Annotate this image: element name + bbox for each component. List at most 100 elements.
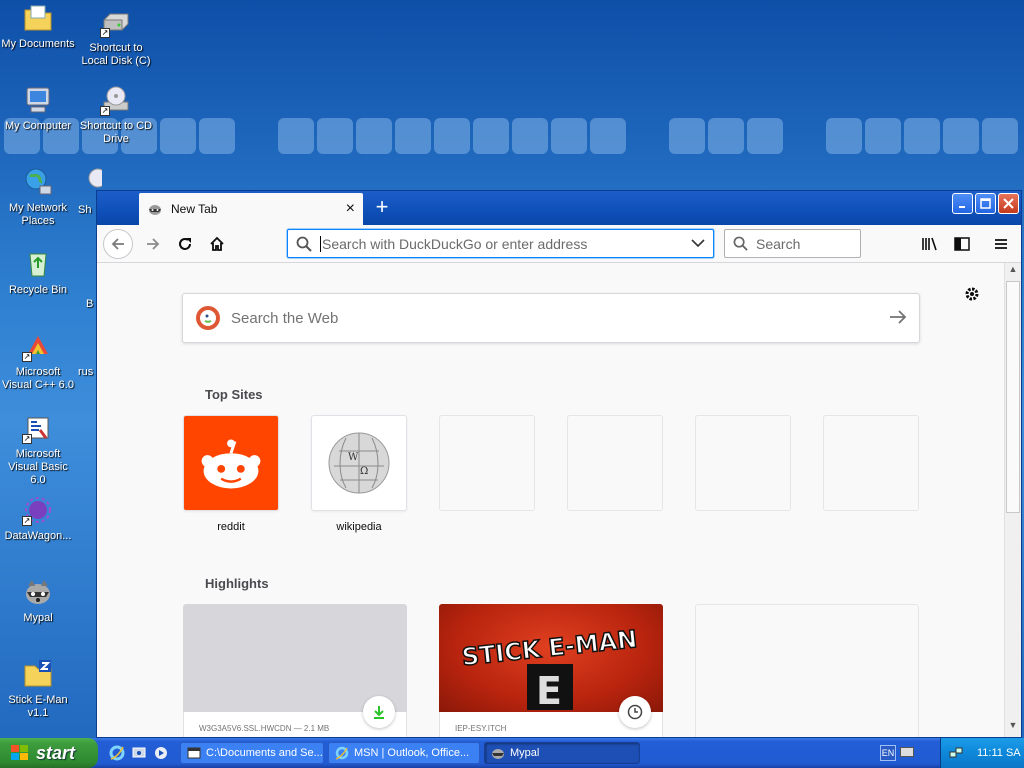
visual-cpp-icon: ↗ <box>22 330 54 362</box>
desktop-icon-visual-cpp[interactable]: ↗ Microsoft Visual C++ 6.0 <box>0 330 76 392</box>
sidebar-button[interactable] <box>948 230 976 258</box>
download-icon <box>363 696 395 728</box>
wallpaper-tile <box>395 118 431 154</box>
desktop-icon-my-computer[interactable]: My Computer <box>0 84 76 133</box>
back-button[interactable] <box>103 229 133 259</box>
wallpaper-tile <box>278 118 314 154</box>
scrollbar-thumb[interactable] <box>1006 281 1020 513</box>
tab-new-tab[interactable]: New Tab × <box>139 193 363 225</box>
svg-text:W: W <box>348 452 359 463</box>
top-site-placeholder <box>823 415 919 511</box>
ie-icon[interactable] <box>108 744 126 762</box>
search-icon <box>296 236 312 252</box>
gear-icon[interactable] <box>963 285 981 308</box>
stick-e-man-letter: E <box>536 669 562 712</box>
menu-button[interactable] <box>987 230 1015 258</box>
chevron-down-icon[interactable] <box>691 235 705 253</box>
forward-arrow-icon <box>147 238 160 250</box>
desktop-icon-stick-e-man[interactable]: Stick E-Man v1.1 <box>0 658 76 720</box>
reload-button[interactable] <box>171 230 199 258</box>
desktop-icon-mypal[interactable]: Mypal <box>0 576 76 625</box>
wallpaper-tile <box>317 118 353 154</box>
title-bar[interactable]: New Tab × + <box>97 191 1021 225</box>
top-site-placeholder <box>567 415 663 511</box>
desktop-icon-partial-rus: rus <box>78 366 98 379</box>
web-search-placeholder: Search the Web <box>231 309 339 327</box>
address-bar[interactable]: Search with DuckDuckGo or enter address <box>287 229 714 258</box>
shortcut-arrow-icon: ↗ <box>22 516 32 526</box>
search-bar[interactable]: Search <box>724 229 861 258</box>
desktop-icon-label: Shortcut to CD Drive <box>79 120 153 145</box>
mypal-raccoon-icon <box>22 576 54 608</box>
hard-disk-icon: ↗ <box>100 6 132 38</box>
top-sites-title: Top Sites <box>205 387 263 402</box>
vertical-scrollbar[interactable]: ▲ ▼ <box>1004 263 1021 737</box>
desktop-icon-label: Stick E-Man v1.1 <box>8 694 68 719</box>
shortcut-arrow-icon: ↗ <box>22 352 32 362</box>
desktop-icon-local-disk[interactable]: ↗ Shortcut to Local Disk (C) <box>78 6 154 68</box>
duckduckgo-logo-icon <box>196 306 220 330</box>
desktop-icon-label: Microsoft Visual Basic 6.0 <box>8 448 68 486</box>
library-button[interactable] <box>916 230 944 258</box>
desktop-icon-label: Shortcut to Local Disk (C) <box>81 42 151 67</box>
desktop-icon-cd-drive[interactable]: ↗ Shortcut to CD Drive <box>78 84 154 146</box>
top-site-wikipedia[interactable]: WΩ wikipedia <box>311 415 407 533</box>
taskbar-item-label: Mypal <box>510 747 540 759</box>
minimize-button[interactable] <box>952 193 973 214</box>
taskbar-item-msn[interactable]: MSN | Outlook, Office... <box>328 742 480 764</box>
taskbar-item-explorer[interactable]: C:\Documents and Se... <box>180 742 324 764</box>
taskbar: start C:\Documents and Se... MSN | Outlo… <box>0 738 1024 768</box>
highlight-card-empty <box>695 604 919 737</box>
start-button[interactable]: start <box>0 738 98 768</box>
desktop-icon-network-places[interactable]: My Network Places <box>0 166 76 228</box>
mypal-raccoon-icon <box>492 749 504 759</box>
desktop-icon-label: B <box>86 298 94 310</box>
my-computer-icon <box>22 84 54 116</box>
forward-button[interactable] <box>139 230 167 258</box>
highlights-title: Highlights <box>205 576 269 591</box>
wallpaper-tile <box>512 118 548 154</box>
tab-close-icon[interactable]: × <box>346 201 355 217</box>
maximize-button[interactable] <box>975 193 996 214</box>
clock[interactable]: 11:11 SA <box>977 747 1021 759</box>
scroll-up-icon[interactable]: ▲ <box>1006 264 1020 280</box>
zip-folder-icon <box>22 658 54 690</box>
highlight-card-stick-e-man[interactable]: STICK E-MAN E IEP-ESY.ITCH <box>439 604 663 737</box>
taskbar-item-mypal[interactable]: Mypal <box>484 742 640 764</box>
close-button[interactable] <box>998 193 1019 214</box>
windows-logo-icon <box>11 745 28 760</box>
wallpaper-tile <box>904 118 940 154</box>
highlight-card-download[interactable]: W3G3A5V6.SSL.HWCDN — 2.1 MB <box>183 604 407 737</box>
arrow-right-icon[interactable] <box>889 307 907 330</box>
search-icon <box>733 236 748 251</box>
empty-site-slot <box>695 415 791 511</box>
wallpaper-tile <box>590 118 626 154</box>
wallpaper-tile <box>708 118 744 154</box>
close-icon <box>1003 198 1014 209</box>
desktop-icon[interactable] <box>130 744 148 762</box>
media-player-icon[interactable] <box>152 744 170 762</box>
home-button[interactable] <box>203 230 231 258</box>
desktop-icon-label: Recycle Bin <box>8 284 68 296</box>
visual-basic-icon: ↗ <box>22 412 54 444</box>
wallpaper-tile <box>747 118 783 154</box>
my-documents-folder-icon <box>22 2 54 34</box>
desktop-icon-my-documents[interactable]: My Documents <box>0 2 76 51</box>
network-icon[interactable] <box>949 746 963 760</box>
language-indicator[interactable]: EN <box>880 745 896 761</box>
reddit-logo-icon <box>183 415 279 511</box>
navigation-toolbar: Search with DuckDuckGo or enter address … <box>97 225 1021 263</box>
desktop-icon-visual-basic[interactable]: ↗ Microsoft Visual Basic 6.0 <box>0 412 76 487</box>
wallpaper-tile <box>865 118 901 154</box>
desktop-icon-partial-b: B <box>86 298 96 311</box>
scroll-down-icon[interactable]: ▼ <box>1006 720 1020 736</box>
desktop-icon-datawagon[interactable]: ↗ DataWagon... <box>0 494 76 543</box>
empty-site-slot <box>823 415 919 511</box>
top-site-reddit[interactable]: reddit <box>183 415 279 533</box>
address-placeholder: Search with DuckDuckGo or enter address <box>320 235 588 252</box>
new-tab-button[interactable]: + <box>369 195 395 219</box>
top-site-placeholder <box>439 415 535 511</box>
web-search-box[interactable]: Search the Web <box>182 293 920 343</box>
keyboard-icon[interactable] <box>900 747 914 757</box>
desktop-icon-recycle-bin[interactable]: Recycle Bin <box>0 248 76 297</box>
